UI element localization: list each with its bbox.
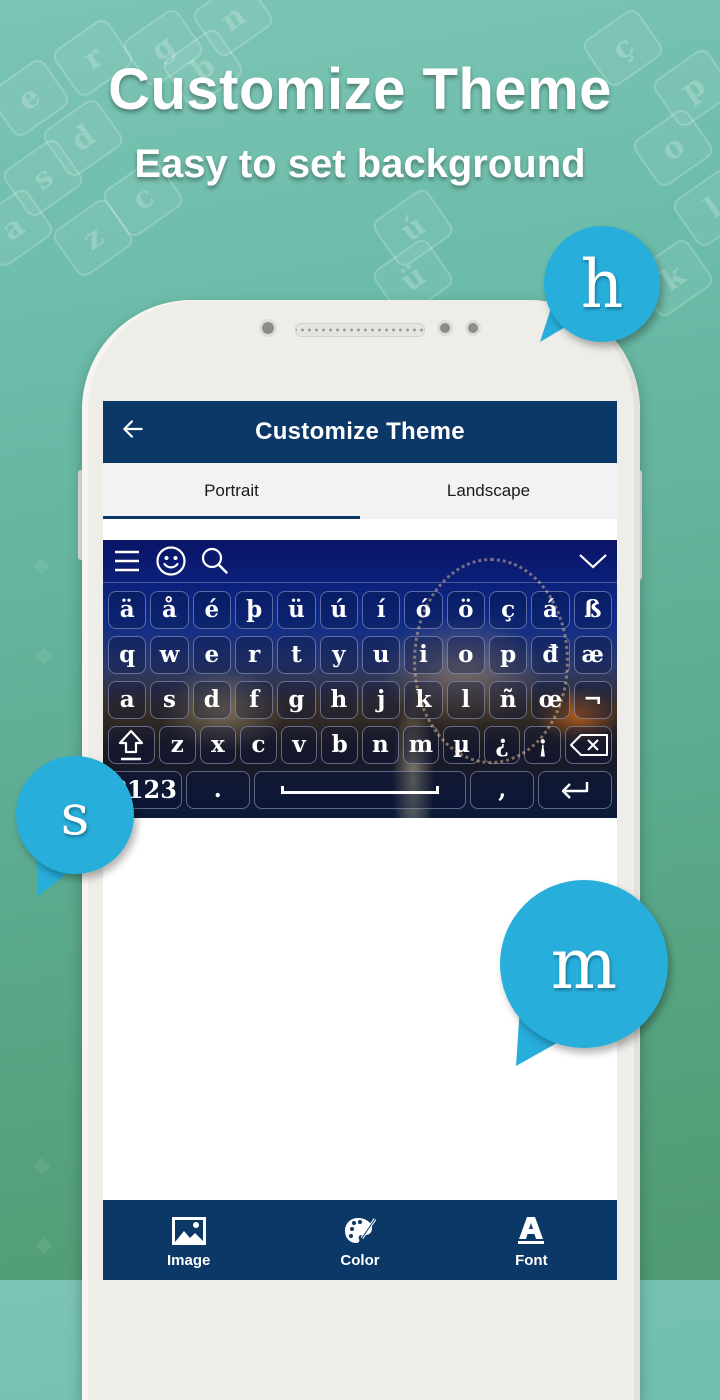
menu-icon	[115, 550, 139, 572]
key[interactable]: y	[319, 635, 358, 674]
bg-diamond	[33, 1157, 51, 1175]
bubble-s: s	[16, 756, 134, 874]
nav-color-label: Color	[340, 1252, 380, 1269]
tab-landscape[interactable]: Landscape	[360, 463, 617, 519]
collapse-keyboard-button[interactable]	[575, 543, 611, 579]
key[interactable]: w	[150, 635, 189, 674]
key[interactable]: ß	[573, 590, 612, 629]
enter-key[interactable]	[538, 770, 612, 809]
nav-image[interactable]: Image	[103, 1200, 274, 1280]
key[interactable]: b	[321, 725, 359, 764]
key[interactable]: u	[361, 635, 401, 674]
phone-screen: Customize Theme Portrait Landscape ä å é…	[103, 401, 617, 1280]
key[interactable]: g	[277, 680, 316, 719]
comma-key[interactable]: ,	[470, 770, 535, 809]
key[interactable]: j	[361, 680, 401, 719]
key[interactable]: h	[319, 680, 358, 719]
nav-font-label: Font	[515, 1252, 548, 1269]
period-key[interactable]: .	[185, 770, 250, 809]
bg-diamond	[35, 647, 53, 665]
key[interactable]: æ	[573, 635, 612, 674]
bg-diamond	[32, 557, 50, 575]
keyboard-preview: ä å é þ ü ú í ó ö ç á ß q w e r t y u i …	[103, 540, 617, 818]
backspace-icon	[569, 733, 608, 756]
bg-diamond	[35, 1237, 53, 1255]
key[interactable]: é	[192, 590, 231, 629]
arrow-left-icon	[123, 420, 143, 438]
page-title: Customize Theme	[255, 418, 465, 445]
font-icon	[514, 1216, 548, 1246]
key[interactable]: n	[362, 725, 399, 764]
hero-subtitle: Easy to set background	[134, 142, 586, 186]
key[interactable]: v	[280, 725, 318, 764]
orientation-tabs: Portrait Landscape	[103, 463, 617, 519]
chevron-down-icon	[579, 554, 607, 569]
tab-portrait[interactable]: Portrait	[103, 463, 360, 519]
key[interactable]: ä	[108, 590, 147, 629]
background-ferris-wheel	[413, 558, 569, 764]
key[interactable]: ú	[319, 590, 358, 629]
bubble-h: h	[544, 226, 660, 342]
key[interactable]: å	[150, 590, 189, 629]
space-key[interactable]	[253, 770, 467, 809]
menu-button[interactable]	[109, 543, 145, 579]
bottom-navigation: Image Color Font	[103, 1200, 617, 1280]
image-icon	[171, 1216, 206, 1246]
emoji-icon	[156, 546, 186, 576]
key[interactable]: r	[234, 635, 274, 674]
key[interactable]: z	[158, 725, 196, 764]
key[interactable]: s	[150, 680, 189, 719]
sensor	[437, 320, 453, 336]
front-camera	[259, 319, 277, 337]
key[interactable]: c	[240, 725, 277, 764]
keyboard-toolbar	[103, 540, 617, 583]
earpiece-speaker	[295, 323, 425, 337]
shift-icon	[119, 729, 144, 760]
key[interactable]: q	[108, 635, 147, 674]
key[interactable]: í	[361, 590, 401, 629]
enter-icon	[561, 781, 589, 799]
search-button[interactable]	[197, 543, 233, 579]
key[interactable]: x	[199, 725, 237, 764]
space-icon	[281, 785, 439, 794]
app-bar: Customize Theme	[103, 401, 617, 463]
key[interactable]: e	[192, 635, 231, 674]
nav-color[interactable]: Color	[274, 1200, 445, 1280]
key-row: ?123 . ,	[106, 767, 614, 812]
nav-image-label: Image	[166, 1252, 211, 1269]
key[interactable]: f	[234, 680, 274, 719]
search-icon	[201, 547, 228, 574]
palette-icon	[343, 1216, 377, 1246]
sensor	[465, 320, 481, 336]
key[interactable]: ¬	[573, 680, 612, 719]
emoji-button[interactable]	[153, 543, 189, 579]
key[interactable]: þ	[234, 590, 274, 629]
hero-title: Customize Theme	[108, 57, 612, 122]
bubble-m: m	[500, 880, 668, 1048]
key[interactable]: d	[192, 680, 231, 719]
key[interactable]: a	[108, 680, 147, 719]
back-button[interactable]	[117, 416, 149, 448]
backspace-key[interactable]	[565, 725, 613, 764]
nav-font[interactable]: Font	[446, 1200, 617, 1280]
shift-key[interactable]	[108, 725, 155, 764]
key[interactable]: t	[277, 635, 316, 674]
key[interactable]: ü	[277, 590, 316, 629]
